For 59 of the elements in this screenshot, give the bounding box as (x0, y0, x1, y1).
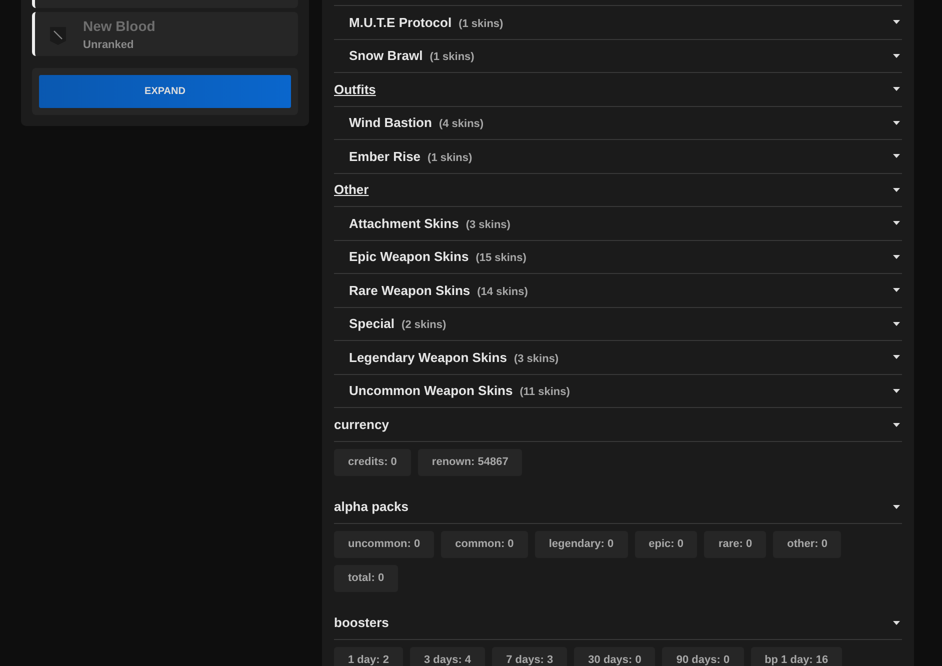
skin-group-name[interactable]: Special (349, 314, 395, 334)
section-title[interactable]: boosters (334, 612, 389, 632)
caret-icon[interactable] (893, 87, 900, 92)
skin-count: (1 skins) (428, 150, 472, 166)
stat-chip: 30 days: 0 (574, 647, 656, 666)
caret-icon[interactable] (893, 504, 900, 508)
caret-icon[interactable] (893, 154, 900, 158)
skin-count: (3 skins) (514, 352, 559, 366)
caret-icon[interactable] (893, 120, 900, 125)
stat-chip: 7 days: 3 (492, 647, 568, 666)
caret-icon[interactable] (893, 388, 900, 393)
skin-group-name[interactable]: Legendary Weapon Skins (349, 348, 507, 367)
caret-icon[interactable] (893, 355, 900, 360)
section-title[interactable]: alpha packs (334, 496, 408, 516)
skin-group-name[interactable]: M.U.T.E Protocol (349, 12, 452, 32)
stat-chip: renown: 54867 (418, 449, 522, 476)
skin-count: (11 skins) (520, 385, 570, 400)
skin-count: (4 skins) (438, 117, 484, 132)
rank-label: Unranked (83, 38, 135, 54)
caret-icon[interactable] (893, 322, 900, 326)
stat-chip: 90 days: 0 (662, 647, 744, 666)
stat-chip: legendary: 0 (534, 531, 628, 558)
skin-group-name[interactable]: Wind Bastion (349, 113, 432, 132)
stat-chip: epic: 0 (634, 531, 698, 558)
stat-chip: uncommon: 0 (334, 531, 434, 558)
stat-chip: other: 0 (773, 531, 842, 558)
skin-group-name[interactable]: Attachment Skins (349, 214, 459, 233)
stat-chip: common: 0 (441, 531, 528, 558)
stat-chip: 3 days: 4 (410, 647, 486, 666)
stat-chip: 1 day: 2 (334, 647, 403, 666)
skin-count: (1 skins) (458, 16, 504, 32)
expand-button[interactable]: EXPAND (39, 75, 291, 108)
skin-count: (1 skins) (430, 50, 474, 65)
caret-icon[interactable] (893, 20, 900, 24)
skin-count: (15 skins) (476, 251, 526, 266)
stat-chip: rare: 0 (704, 531, 766, 558)
stat-chip: bp 1 day: 16 (750, 647, 842, 666)
category-link[interactable]: Other (334, 180, 369, 200)
skin-count: (2 skins) (402, 318, 446, 333)
caret-icon[interactable] (893, 288, 900, 292)
skin-count: (3 skins) (466, 218, 510, 232)
stat-chip: credits: 0 (334, 449, 411, 476)
skin-group-name[interactable]: Rare Weapon Skins (349, 280, 470, 300)
rank-name: New Blood (83, 18, 156, 34)
skin-group-name[interactable]: Uncommon Weapon Skins (349, 381, 513, 400)
skin-count: (14 skins) (477, 284, 528, 300)
caret-icon[interactable] (893, 422, 900, 426)
skin-group-name[interactable]: Epic Weapon Skins (349, 247, 469, 266)
section-title[interactable]: currency (334, 414, 389, 434)
skin-group-name[interactable]: Snow Brawl (349, 46, 423, 66)
shield-icon (49, 26, 67, 46)
caret-icon[interactable] (893, 54, 900, 58)
skin-group-name[interactable]: Ember Rise (349, 146, 421, 166)
caret-icon[interactable] (893, 221, 900, 226)
caret-icon[interactable] (893, 620, 900, 624)
caret-icon[interactable] (893, 188, 900, 192)
stat-chip: total: 0 (334, 565, 398, 592)
category-link[interactable]: Outfits (334, 80, 376, 99)
caret-icon[interactable] (893, 254, 900, 259)
